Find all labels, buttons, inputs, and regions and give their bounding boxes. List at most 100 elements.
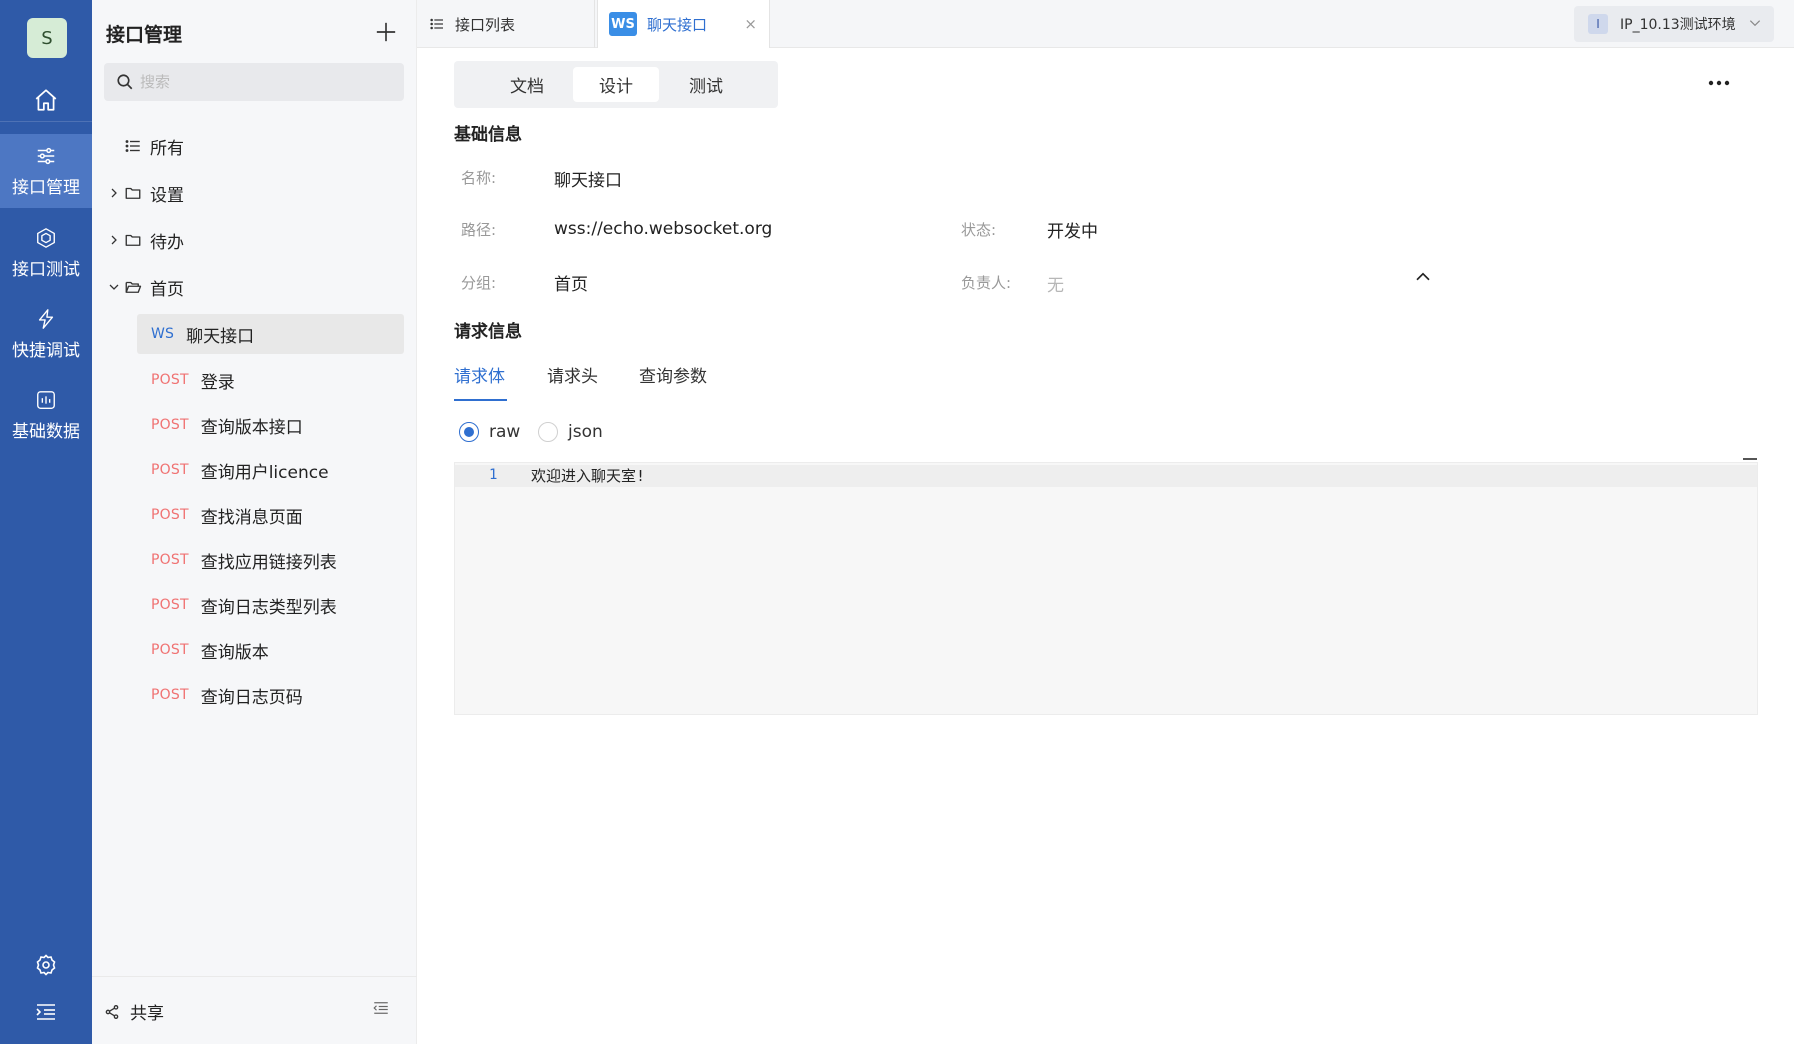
tab-label: 接口列表	[455, 15, 516, 34]
avatar[interactable]: S	[27, 18, 67, 58]
api-item-query-version[interactable]: POST 查询版本	[137, 630, 404, 670]
search-box	[104, 63, 404, 101]
bolt-icon	[38, 308, 54, 329]
owner-value[interactable]: 无	[1047, 271, 1064, 296]
left-nav: S 接口管理 接口测试 快捷调试 基础数据	[0, 0, 92, 1044]
folder-icon	[124, 184, 146, 202]
method-badge: POST	[151, 507, 189, 523]
api-label: 查找消息页面	[200, 507, 303, 528]
api-item-login[interactable]: POST 登录	[137, 360, 404, 400]
tree-folder-home[interactable]: 首页	[104, 268, 404, 306]
radio-circle	[538, 422, 558, 442]
search-icon	[117, 74, 133, 90]
nav-home[interactable]	[0, 78, 92, 122]
code-text[interactable]: 欢迎进入聊天室!	[531, 465, 645, 486]
environment-selector[interactable]: I IP_10.13测试环境	[1574, 6, 1774, 42]
method-badge: POST	[151, 597, 189, 613]
chevron-down-icon[interactable]	[104, 281, 124, 293]
radio-json[interactable]: json	[538, 422, 603, 442]
tab-chat-api[interactable]: WS 聊天接口 ×	[597, 0, 770, 48]
nav-item-quick-debug[interactable]: 快捷调试	[0, 297, 92, 371]
status-value[interactable]: 开发中	[1047, 217, 1098, 242]
owner-label: 负责人:	[961, 274, 1012, 292]
name-value[interactable]: 聊天接口	[554, 166, 622, 191]
nav-divider	[0, 121, 92, 122]
path-value[interactable]: wss://echo.websocket.org	[554, 219, 772, 239]
folder-icon	[124, 231, 146, 249]
api-item-message-page[interactable]: POST 查找消息页面	[137, 495, 404, 535]
api-label: 查询版本	[200, 642, 269, 663]
nav-item-api-management[interactable]: 接口管理	[0, 134, 92, 208]
status-label: 状态:	[961, 221, 997, 239]
method-badge: POST	[151, 372, 189, 388]
tab-api-list[interactable]: 接口列表	[417, 0, 595, 48]
radio-label: raw	[489, 422, 521, 442]
collapse-basic-button[interactable]	[1414, 268, 1432, 287]
api-item-query-version-api[interactable]: POST 查询版本接口	[137, 405, 404, 445]
settings-button[interactable]	[0, 945, 92, 985]
group-value[interactable]: 首页	[554, 270, 588, 295]
expand-menu-button[interactable]	[0, 992, 92, 1032]
api-item-log-page[interactable]: POST 查询日志页码	[137, 675, 404, 715]
name-label: 名称:	[461, 169, 497, 187]
method-badge: WS	[151, 326, 175, 342]
gear-icon	[36, 954, 56, 976]
group-label: 分组:	[461, 274, 497, 292]
tab-request-headers[interactable]: 请求头	[547, 362, 598, 387]
close-icon[interactable]: ×	[744, 15, 757, 33]
env-name: IP_10.13测试环境	[1620, 17, 1736, 33]
tab-query-params[interactable]: 查询参数	[639, 362, 707, 387]
segment-design[interactable]: 设计	[573, 67, 659, 102]
home-icon	[35, 89, 57, 111]
method-badge: POST	[151, 417, 189, 433]
api-label: 查询版本接口	[200, 417, 303, 438]
menu-indent-icon	[36, 1004, 55, 1020]
segment-doc[interactable]: 文档	[484, 67, 570, 102]
nav-label: 快捷调试	[12, 340, 80, 361]
api-item-app-links[interactable]: POST 查找应用链接列表	[137, 540, 404, 580]
method-badge: POST	[151, 642, 189, 658]
api-label: 查找应用链接列表	[200, 552, 337, 573]
tree-label: 所有	[150, 138, 184, 159]
minimize-icon[interactable]	[1743, 458, 1757, 460]
nav-item-api-testing[interactable]: 接口测试	[0, 216, 92, 290]
more-button[interactable]	[1708, 72, 1730, 91]
api-item-chat[interactable]: WS 聊天接口	[137, 314, 404, 354]
path-label: 路径:	[461, 221, 497, 239]
env-badge: I	[1588, 14, 1608, 34]
chevron-right-icon[interactable]	[104, 234, 124, 246]
sidebar: 接口管理 所有 设置 待办 首页 WS 聊天接口 POST 登录 POST	[92, 0, 417, 1044]
tab-label: 聊天接口	[647, 15, 708, 34]
sliders-icon	[37, 147, 55, 164]
tree-folder-todo[interactable]: 待办	[104, 221, 404, 259]
search-input[interactable]	[140, 73, 390, 91]
ws-badge: WS	[609, 12, 637, 36]
share-icon	[105, 1004, 119, 1019]
api-item-query-licence[interactable]: POST 查询用户licence	[137, 450, 404, 490]
tab-request-body[interactable]: 请求体	[454, 362, 505, 387]
tree-folder-settings[interactable]: 设置	[104, 174, 404, 212]
chevron-right-icon[interactable]	[104, 187, 124, 199]
add-api-button[interactable]	[370, 16, 402, 48]
plus-icon	[376, 22, 396, 42]
tree-label: 首页	[150, 279, 184, 300]
collapse-sidebar-button[interactable]	[372, 999, 390, 1021]
active-line-highlight	[455, 465, 1757, 487]
api-label: 登录	[200, 372, 235, 393]
api-label: 查询日志类型列表	[200, 597, 337, 618]
share-button[interactable]: 共享	[104, 999, 164, 1024]
radio-raw[interactable]: raw	[459, 422, 520, 442]
view-segmented-control: 文档 设计 测试	[454, 61, 778, 108]
chevron-up-icon	[1416, 272, 1430, 281]
active-tab-underline	[454, 399, 507, 401]
nav-item-base-data[interactable]: 基础数据	[0, 378, 92, 452]
list-icon	[430, 18, 443, 30]
method-badge: POST	[151, 687, 189, 703]
tree-item-all[interactable]: 所有	[104, 127, 404, 165]
api-label: 查询用户licence	[200, 462, 329, 483]
api-item-log-types[interactable]: POST 查询日志类型列表	[137, 585, 404, 625]
segment-test[interactable]: 测试	[663, 67, 749, 102]
code-editor[interactable]: 1 欢迎进入聊天室!	[454, 458, 1758, 715]
api-label: 查询日志页码	[200, 687, 303, 708]
method-badge: POST	[151, 462, 189, 478]
